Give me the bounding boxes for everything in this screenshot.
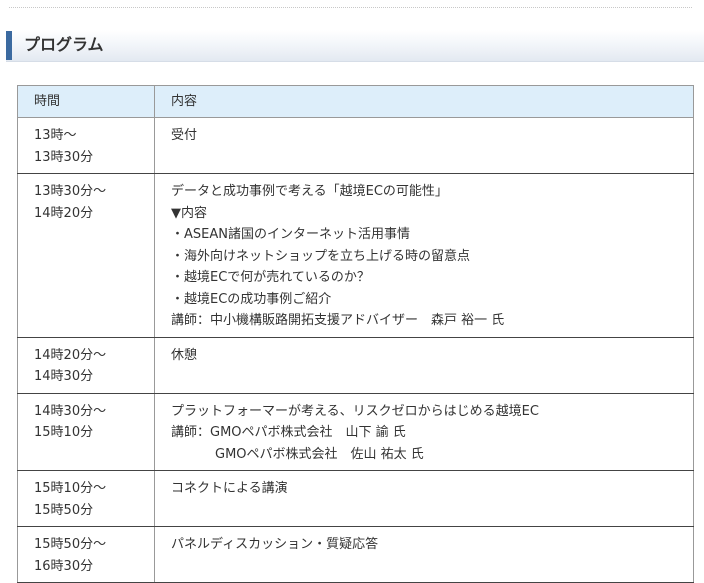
time-end: 13時30分: [34, 149, 94, 165]
content-line: パネルディスカッション・質疑応答: [171, 537, 379, 552]
content-heading: ▼内容: [171, 205, 207, 221]
table-row: 14時20分～ 14時30分 休憩: [17, 337, 694, 394]
time-start: 15時50分～: [34, 537, 107, 552]
time-start: 15時10分～: [34, 481, 107, 496]
table-row: 15時10分～ 15時50分 コネクトによる講演: [17, 470, 694, 527]
time-end: 16時30分: [34, 558, 94, 574]
session-title: プラットフォーマーが考える、リスクゼロからはじめる越境EC: [171, 403, 539, 419]
speaker-line: GMOペパボ株式会社 佐山 祐太 氏: [215, 446, 424, 462]
time-start: 14時30分～: [34, 403, 107, 419]
content-bullet: ・越境ECで何が売れているのか？: [171, 270, 370, 285]
time-start: 13時30分～: [34, 184, 107, 199]
content-bullet: ・海外向けネットショップを立ち上げる時の留意点: [171, 248, 471, 264]
session-title: データと成功事例で考える「越境ECの可能性」: [171, 184, 448, 199]
time-cell: 15時10分～ 15時50分: [17, 470, 155, 527]
time-cell: 14時20分～ 14時30分: [17, 337, 155, 394]
time-start: 13時～: [34, 128, 77, 143]
content-line: 受付: [171, 128, 198, 143]
header-time: 時間: [17, 85, 155, 118]
top-dotted-divider: [9, 7, 692, 8]
section-header: プログラム: [6, 30, 704, 62]
program-table: 時間 内容 13時～ 13時30分 受付 13時30分～ 14時20分 データと…: [17, 85, 694, 583]
section-title: プログラム: [24, 35, 104, 54]
section-accent-bar: [6, 31, 12, 60]
table-header-row: 時間 内容: [17, 85, 694, 118]
table-row: 13時～ 13時30分 受付: [17, 117, 694, 174]
time-end: 14時30分: [34, 369, 94, 384]
table-row: 13時30分～ 14時20分 データと成功事例で考える「越境ECの可能性」 ▼内…: [17, 173, 694, 338]
time-start: 14時20分～: [34, 347, 107, 363]
time-cell: 15時50分～ 16時30分: [17, 526, 155, 583]
speaker-line: 講師：中小機構販路開拓支援アドバイザー 森戸 裕一 氏: [171, 313, 505, 328]
time-cell: 13時～ 13時30分: [17, 117, 155, 174]
time-end: 15時10分: [34, 425, 94, 440]
content-cell: コネクトによる講演: [154, 470, 694, 527]
content-line: コネクトによる講演: [171, 481, 288, 496]
time-cell: 14時30分～ 15時10分: [17, 393, 155, 471]
content-cell: 休憩: [154, 337, 694, 394]
content-cell: 受付: [154, 117, 694, 174]
table-row: 15時50分～ 16時30分 パネルディスカッション・質疑応答: [17, 526, 694, 583]
content-cell: データと成功事例で考える「越境ECの可能性」 ▼内容 ・ASEAN諸国のインター…: [154, 173, 694, 338]
content-bullet: ・越境ECの成功事例ご紹介: [171, 291, 332, 307]
table-row: 14時30分～ 15時10分 プラットフォーマーが考える、リスクゼロからはじめる…: [17, 393, 694, 471]
content-cell: プラットフォーマーが考える、リスクゼロからはじめる越境EC 講師：GMOペパボ株…: [154, 393, 694, 471]
time-end: 14時20分: [34, 205, 94, 221]
content-line: 休憩: [171, 347, 198, 363]
header-content: 内容: [154, 85, 694, 118]
time-cell: 13時30分～ 14時20分: [17, 173, 155, 338]
content-bullet: ・ASEAN諸国のインターネット活用事情: [171, 227, 410, 242]
content-cell: パネルディスカッション・質疑応答: [154, 526, 694, 583]
time-end: 15時50分: [34, 502, 94, 518]
speaker-line: 講師：GMOペパボ株式会社 山下 諭 氏: [171, 425, 406, 440]
